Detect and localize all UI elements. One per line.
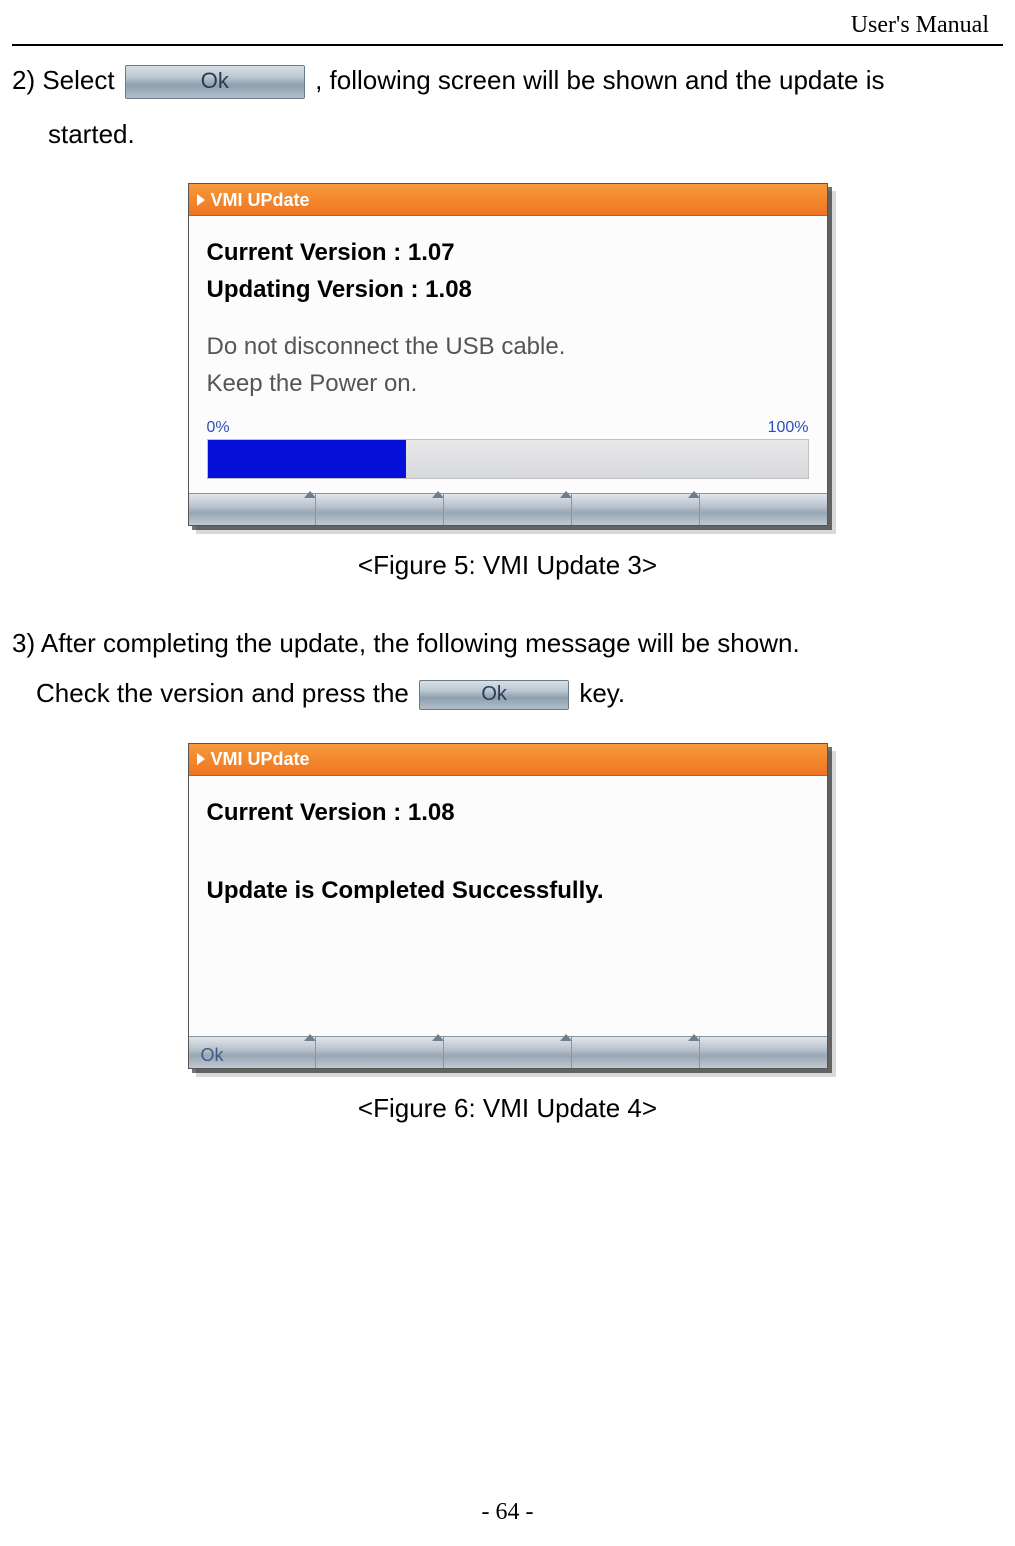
panel-softkey-bar	[189, 493, 827, 525]
panel-title: VMI UPdate	[211, 746, 310, 772]
progress-start-label: 0%	[207, 416, 406, 439]
ok-button-inline-2[interactable]: Ok	[419, 680, 569, 710]
warning-line-1: Do not disconnect the USB cable.	[207, 330, 809, 365]
panel-title: VMI UPdate	[211, 187, 310, 213]
figure5-caption: <Figure 5: VMI Update 3>	[12, 547, 1003, 585]
panel-titlebar: VMI UPdate	[189, 184, 827, 216]
softkey-blank[interactable]	[572, 1037, 700, 1068]
page-content: 2) Select Ok , following screen will be …	[12, 62, 1003, 1138]
softkey-blank[interactable]	[444, 1037, 572, 1068]
step2-line2: started.	[12, 116, 1003, 154]
step3-paragraph: 3) After completing the update, the foll…	[12, 625, 1003, 712]
titlebar-marker-icon	[197, 194, 205, 206]
progress-end-label: 100%	[628, 416, 809, 439]
softkey-ok[interactable]: Ok	[189, 1037, 317, 1068]
current-version: Current Version : 1.07	[207, 236, 809, 271]
progress-fill	[208, 440, 406, 478]
progress-area: 0% 100%	[207, 416, 809, 479]
step3-line1: 3) After completing the update, the foll…	[12, 628, 800, 658]
ok-button-inline-1[interactable]: Ok	[125, 65, 305, 99]
current-version: Current Version : 1.08	[207, 796, 809, 831]
titlebar-marker-icon	[197, 753, 205, 765]
softkey-ok-label: Ok	[201, 1042, 224, 1068]
figure6-wrap: VMI UPdate Current Version : 1.08 Update…	[12, 743, 1003, 1079]
panel-softkey-bar: Ok	[189, 1036, 827, 1068]
panel-body: Current Version : 1.08 Update is Complet…	[189, 776, 827, 1036]
softkey-blank[interactable]	[316, 1037, 444, 1068]
figure6-caption: <Figure 6: VMI Update 4>	[12, 1090, 1003, 1128]
warning-line-2: Keep the Power on.	[207, 367, 809, 402]
step2-paragraph: 2) Select Ok , following screen will be …	[12, 62, 1003, 153]
vmi-update-panel-2: VMI UPdate Current Version : 1.08 Update…	[188, 743, 828, 1069]
panel-titlebar: VMI UPdate	[189, 744, 827, 776]
progress-bar	[207, 439, 809, 479]
step2-prefix: 2) Select	[12, 65, 122, 95]
updating-version: Updating Version : 1.08	[207, 273, 809, 308]
vmi-update-panel-1: VMI UPdate Current Version : 1.07 Updati…	[188, 183, 828, 525]
softkey-blank[interactable]	[700, 1037, 827, 1068]
step3-line2-suffix: key.	[579, 678, 625, 708]
figure5-wrap: VMI UPdate Current Version : 1.07 Updati…	[12, 183, 1003, 535]
update-result: Update is Completed Successfully.	[207, 874, 809, 909]
page-header: User's Manual	[851, 12, 989, 39]
header-rule	[12, 44, 1003, 46]
step3-line2-prefix: Check the version and press the	[36, 678, 416, 708]
step2-suffix: , following screen will be shown and the…	[315, 65, 884, 95]
panel-body: Current Version : 1.07 Updating Version …	[189, 216, 827, 492]
page-footer: - 64 -	[0, 1499, 1015, 1526]
